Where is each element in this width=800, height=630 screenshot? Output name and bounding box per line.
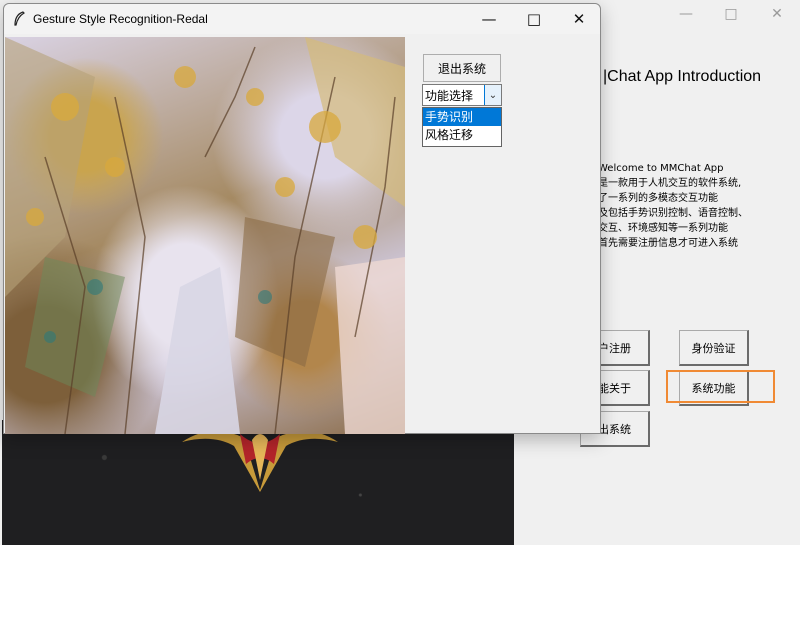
- intro-line: 了一系列的多模态交互功能: [598, 193, 718, 204]
- gesture-titlebar: Gesture Style Recognition-Redal — □ ✕: [4, 4, 600, 34]
- verify-button[interactable]: 身份验证: [679, 330, 749, 366]
- exit-button[interactable]: 退出系统: [423, 54, 501, 82]
- option-gesture-recognition[interactable]: 手势识别: [423, 108, 501, 126]
- close-icon[interactable]: ✕: [559, 8, 599, 30]
- gesture-window-title: Gesture Style Recognition-Redal: [33, 12, 208, 26]
- intro-line: 及包括手势识别控制、语音控制、: [598, 208, 748, 219]
- intro-text: Welcome to MMChat App 是一款用于人机交互的软件系统, 了一系列…: [598, 161, 748, 251]
- main-maximize-icon[interactable]: □: [719, 3, 743, 25]
- gesture-window: Gesture Style Recognition-Redal — □ ✕ 退出…: [3, 3, 601, 434]
- intro-line: 是一款用于人机交互的软件系统,: [598, 178, 742, 189]
- background-image: [2, 420, 514, 545]
- function-select[interactable]: 功能选择 ⌄: [422, 84, 502, 106]
- chevron-down-icon[interactable]: ⌄: [484, 85, 501, 105]
- main-close-icon[interactable]: ✕: [765, 3, 789, 25]
- minimize-icon[interactable]: —: [469, 8, 509, 30]
- stylized-artwork: [5, 37, 405, 434]
- main-minimize-icon[interactable]: —: [674, 3, 698, 25]
- option-style-transfer[interactable]: 风格迁移: [423, 126, 501, 144]
- intro-line: 交互、环境感知等一系列功能: [598, 223, 728, 234]
- main-bottom-area: [0, 545, 800, 630]
- maximize-icon[interactable]: □: [514, 8, 554, 30]
- intro-line: Welcome to MMChat App: [598, 163, 724, 174]
- feather-icon: [14, 11, 25, 26]
- intro-line: 首先需要注册信息才可进入系统: [598, 238, 738, 249]
- function-select-value: 功能选择: [425, 89, 474, 103]
- stylized-image-canvas: [5, 37, 405, 434]
- function-dropdown-list: 手势识别 风格迁移: [422, 107, 502, 147]
- intro-title: |Chat App Introduction: [603, 68, 762, 85]
- focus-highlight: [666, 370, 775, 403]
